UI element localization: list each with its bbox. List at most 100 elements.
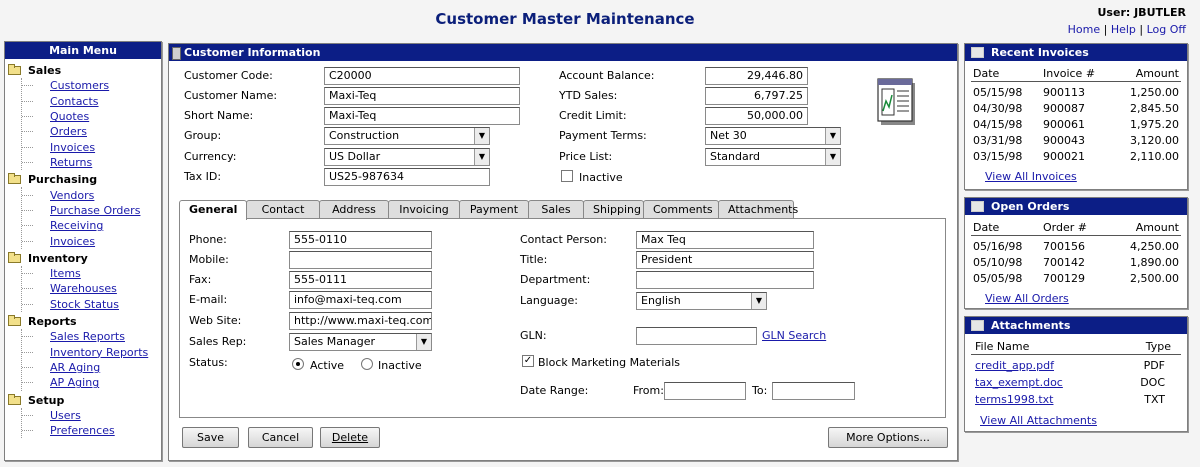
tax-id-input[interactable]: US25-987634 [324,168,490,186]
menu-item-inventory-reports[interactable]: Inventory Reports [50,346,148,359]
sales-rep-select[interactable]: Sales Manager ▼ [289,333,432,351]
short-name-input[interactable]: Maxi-Teq [324,107,520,125]
tab-attachments[interactable]: Attachments [718,200,798,219]
menu-group-purchasing[interactable]: Purchasing [5,172,161,187]
main-menu: Main Menu Sales Customers Contacts Quote… [4,41,162,461]
credit-limit-input[interactable]: 50,000.00 [705,107,808,125]
customer-info-title: Customer Information [169,44,957,61]
menu-item-ap-aging[interactable]: AP Aging [50,376,99,389]
tab-address[interactable]: Address [319,200,389,219]
folder-icon [8,393,21,405]
col-invoice-number: Invoice # [1043,67,1096,80]
menu-item-ar-aging[interactable]: AR Aging [50,361,100,374]
cancel-button[interactable]: Cancel [248,427,313,448]
block-marketing-checkbox[interactable]: ✓ [522,355,534,367]
menu-item-items[interactable]: Items [50,267,81,280]
view-all-invoices-link[interactable]: View All Invoices [985,170,1077,183]
help-link[interactable]: Help [1111,23,1136,36]
delete-button[interactable]: Delete [320,427,380,448]
attachment-link[interactable]: terms1998.txt [975,393,1053,406]
customer-card-icon [877,77,917,127]
email-label: E-mail: [189,293,228,306]
menu-item-vendors[interactable]: Vendors [50,189,94,202]
customer-info-panel: Customer Information Customer Code: C200… [168,43,958,461]
header-divider [971,81,1181,82]
website-input[interactable]: http://www.maxi-teq.com [289,312,432,330]
menu-item-sales-invoices[interactable]: Invoices [50,141,95,154]
attachment-link[interactable]: credit_app.pdf [975,359,1054,372]
folder-icon [8,173,21,185]
gln-input[interactable] [636,327,757,345]
customer-name-input[interactable]: Maxi-Teq [324,87,520,105]
open-orders-title: Open Orders [991,200,1070,213]
inactive-checkbox-label: Inactive [579,171,623,184]
payment-terms-select[interactable]: Net 30 ▼ [705,127,841,145]
menu-item-users[interactable]: Users [50,409,81,422]
currency-select[interactable]: US Dollar ▼ [324,148,490,166]
menu-item-stock-status[interactable]: Stock Status [50,298,119,311]
menu-item-sales-reports[interactable]: Sales Reports [50,330,125,343]
tab-general[interactable]: General [179,200,247,220]
tab-invoicing[interactable]: Invoicing [388,200,460,219]
group-label: Group: [184,129,222,142]
email-input[interactable]: info@maxi-teq.com [289,291,432,309]
menu-item-preferences[interactable]: Preferences [50,424,115,437]
tab-bar: General Contact Address Invoicing Paymen… [179,200,798,220]
menu-item-contacts[interactable]: Contacts [50,95,99,108]
save-button[interactable]: Save [182,427,239,448]
language-select[interactable]: English ▼ [636,292,767,310]
customer-name-label: Customer Name: [184,89,278,102]
chevron-down-icon: ▼ [416,334,431,350]
date-to-input[interactable] [772,382,855,400]
phone-input[interactable]: 555-0110 [289,231,432,249]
tab-sales[interactable]: Sales [528,200,584,219]
attachment-link[interactable]: tax_exempt.doc [975,376,1063,389]
menu-group-reports[interactable]: Reports [5,314,161,329]
group-select[interactable]: Construction ▼ [324,127,490,145]
home-link[interactable]: Home [1068,23,1100,36]
attachments-title: Attachments [991,319,1071,332]
mobile-input[interactable] [289,251,432,269]
status-inactive-radio[interactable] [361,358,373,370]
inactive-checkbox[interactable] [561,170,573,182]
currency-label: Currency: [184,150,237,163]
logoff-link[interactable]: Log Off [1147,23,1186,36]
mobile-label: Mobile: [189,253,229,266]
tab-comments[interactable]: Comments [643,200,719,219]
menu-item-receiving[interactable]: Receiving [50,219,103,232]
status-active-label: Active [310,359,345,372]
more-options-button[interactable]: More Options... [828,427,948,448]
menu-group-sales[interactable]: Sales [5,63,161,78]
menu-item-orders[interactable]: Orders [50,125,87,138]
menu-group-inventory[interactable]: Inventory [5,251,161,266]
view-all-orders-link[interactable]: View All Orders [985,292,1069,305]
paperclip-icon [971,320,984,331]
date-from-input[interactable] [664,382,746,400]
department-input[interactable] [636,271,814,289]
view-all-attachments-link[interactable]: View All Attachments [980,414,1097,427]
menu-item-purchasing-invoices[interactable]: Invoices [50,235,95,248]
title-input[interactable]: President [636,251,814,269]
folder-icon [8,315,21,327]
tab-payment[interactable]: Payment [459,200,529,219]
gln-search-link[interactable]: GLN Search [762,329,826,342]
menu-group-setup[interactable]: Setup [5,393,161,408]
menu-item-returns[interactable]: Returns [50,156,92,169]
menu-item-quotes[interactable]: Quotes [50,110,89,123]
chevron-down-icon: ▼ [825,128,840,144]
menu-item-customers[interactable]: Customers [50,79,109,92]
menu-item-purchase-orders[interactable]: Purchase Orders [50,204,140,217]
header-divider [971,354,1181,355]
account-balance-label: Account Balance: [559,69,655,82]
price-list-select[interactable]: Standard ▼ [705,148,841,166]
contact-person-input[interactable]: Max Teq [636,231,814,249]
chevron-down-icon: ▼ [474,128,489,144]
tab-contact[interactable]: Contact [246,200,320,219]
menu-item-warehouses[interactable]: Warehouses [50,282,117,295]
status-active-radio[interactable] [292,358,304,370]
customer-code-input[interactable]: C20000 [324,67,520,85]
payment-terms-label: Payment Terms: [559,129,647,142]
tab-shipping[interactable]: Shipping [583,200,644,219]
status-inactive-label: Inactive [378,359,422,372]
fax-input[interactable]: 555-0111 [289,271,432,289]
